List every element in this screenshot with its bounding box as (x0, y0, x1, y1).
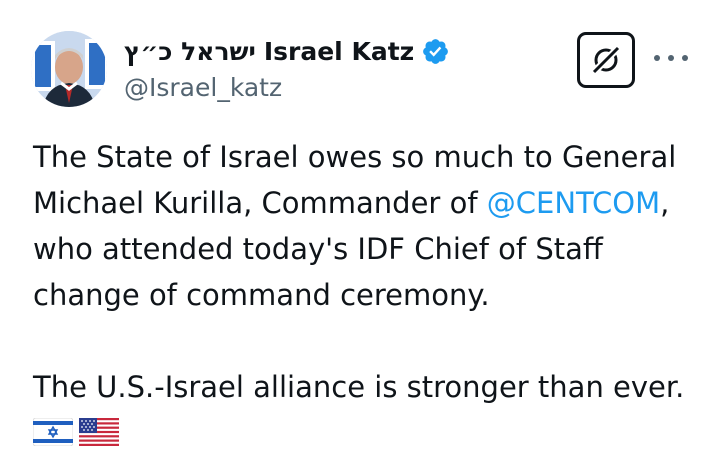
tweet-blank-line (33, 318, 703, 364)
verified-badge-icon (423, 38, 449, 64)
tweet-line: Michael Kurilla, Commander of @CENTCOM, (33, 180, 703, 226)
emoji-flags (33, 418, 119, 446)
author-name: Israel Katz (263, 36, 415, 66)
tweet-line-suffix: , (660, 186, 670, 220)
avatar[interactable] (31, 31, 107, 107)
tweet-line: who attended today's IDF Chief of Staff (33, 232, 603, 266)
tweet-line: The U.S.-Israel alliance is stronger tha… (33, 370, 685, 404)
avatar-photo (31, 31, 107, 107)
us-flag-icon (79, 418, 119, 446)
tweet-line-prefix: Michael Kurilla, Commander of (33, 186, 487, 220)
more-dots-icon[interactable] (654, 46, 688, 70)
author-handle[interactable]: @Israel_katz (124, 73, 282, 102)
author-name-hebrew: ישראל כ״ץ (124, 36, 256, 66)
mention-link-centcom[interactable]: @CENTCOM (487, 186, 660, 220)
author-name-row[interactable]: ישראל כ״ץ Israel Katz (124, 33, 450, 69)
tweet-line: change of command ceremony. (33, 278, 490, 312)
tweet-line: The State of Israel owes so much to Gene… (33, 140, 677, 174)
grok-button[interactable] (577, 32, 635, 88)
grok-icon (591, 45, 621, 75)
tweet-text: The State of Israel owes so much to Gene… (33, 134, 703, 410)
israel-flag-icon (33, 418, 73, 446)
